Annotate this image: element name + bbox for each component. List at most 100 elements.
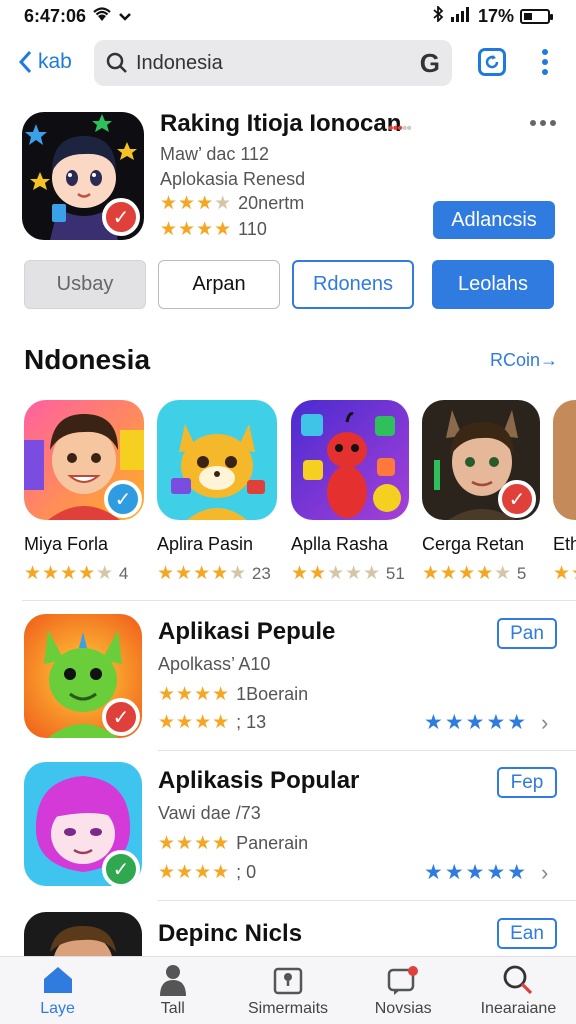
blue-star-rating-icon: ★★★★★ <box>424 711 529 734</box>
carousel-app-rating: ★★ <box>553 562 576 585</box>
featured-subtitle-2: Aplokasia Renesd <box>160 169 306 189</box>
more-vertical-icon <box>542 49 548 75</box>
home-icon <box>41 964 75 996</box>
carousel-app-rating: ★★★★★ 5 <box>422 562 526 585</box>
star-rating-icon: ★★ <box>553 563 576 584</box>
tab-label: Simermaits <box>248 999 329 1017</box>
list-item-action-button[interactable]: Pan <box>497 618 557 649</box>
app-icon <box>157 400 277 520</box>
featured-rating-1-text: 20nertm <box>238 193 305 213</box>
verified-badge: ✓ <box>102 850 140 886</box>
list-item-subtitle: Vawi dae /73 <box>158 803 261 823</box>
pill-rdonens[interactable]: Rdonens <box>292 260 414 309</box>
featured-title: Raking Itioja Ionocan <box>160 110 402 137</box>
carousel-app-rating: ★★★★★ 51 <box>291 562 405 585</box>
verified-badge: ✓ <box>104 480 142 518</box>
google-icon[interactable]: G <box>420 48 440 79</box>
see-all-link[interactable]: RCoin→ <box>490 350 558 371</box>
featured-indicator: ••••• <box>388 120 412 137</box>
rating-text: ; 0 <box>236 862 257 882</box>
status-bar: 6:47:06 17% <box>0 0 576 32</box>
status-time: 6:47:06 <box>24 5 87 26</box>
tab-label: Laye <box>40 999 75 1017</box>
carousel-app-name: Eth <box>553 534 576 554</box>
list-item-title: Aplikasi Pepule <box>158 618 336 645</box>
featured-verified-badge: ✓ <box>102 198 140 236</box>
featured-rating-1: ★★★★ 20nertm <box>160 192 304 215</box>
bluetooth-icon <box>432 4 444 27</box>
back-button[interactable]: kab <box>18 50 72 74</box>
rating-value: 51 <box>385 564 405 583</box>
list-item-title: Depinc Nicls <box>158 920 303 947</box>
carousel-app-name: Aplira Pasin <box>157 534 254 554</box>
verified-badge: ✓ <box>102 698 140 736</box>
star-rating-icon: ★★★★ <box>160 193 233 214</box>
tab-label: Novsias <box>374 999 432 1017</box>
star-rating-icon: ★★★★ <box>158 712 231 733</box>
refresh-icon <box>478 48 506 76</box>
list-item-rating-2: ★★★★; 13 <box>158 711 266 734</box>
star-rating-icon: ★★★★ <box>158 833 231 854</box>
search-icon <box>106 52 127 73</box>
list-item-rating-1: ★★★★ Panerain <box>158 832 308 855</box>
app-icon: ✓ <box>24 400 144 520</box>
star-rating-icon: ★★★★ <box>160 219 233 240</box>
rating-value: 4 <box>118 564 129 583</box>
pill-arpan[interactable]: Arpan <box>158 260 280 309</box>
app-icon: ✓ <box>24 762 142 886</box>
carousel-app-name: Cerga Retan <box>422 534 525 554</box>
app-icon: ✓ <box>24 614 142 738</box>
verified-badge: ✓ <box>498 480 536 518</box>
featured-app-icon[interactable]: ✓ <box>22 112 144 240</box>
divider <box>158 900 576 901</box>
wifi-icon <box>92 6 112 27</box>
back-label: kab <box>38 50 72 73</box>
list-item-action-button[interactable]: Fep <box>497 767 557 798</box>
carousel-app-rating: ★★★★★ 23 <box>157 562 271 585</box>
carousel-app-rating: ★★★★★ 4 <box>24 562 128 585</box>
map-icon <box>272 964 304 996</box>
star-rating-icon: ★★★★ <box>158 862 231 883</box>
signal-icon <box>450 6 472 27</box>
rating-value: 5 <box>516 564 527 583</box>
rating-text: ; 13 <box>236 712 267 732</box>
tab-search[interactable]: Inearaiane <box>461 957 576 1024</box>
carousel-card[interactable]: Eth ★★ <box>553 400 576 600</box>
chevron-right-icon[interactable]: › <box>541 710 548 736</box>
chevron-left-icon <box>18 50 32 74</box>
tab-notifications[interactable]: Novsias <box>346 957 461 1024</box>
tab-bar: Laye Tall Simermaits Novsias Inearaiane <box>0 956 576 1024</box>
battery-percent: 17% <box>477 5 514 26</box>
search-input[interactable]: Indonesia G <box>94 40 452 86</box>
rating-text: Panerain <box>236 833 309 853</box>
chevron-right-icon[interactable]: › <box>541 860 548 886</box>
star-rating-icon: ★★★★★ <box>24 563 115 584</box>
star-rating-icon: ★★★★★ <box>157 563 248 584</box>
featured-action-button[interactable]: Adlancsis <box>433 201 555 239</box>
rating-value: 23 <box>251 564 271 583</box>
search-value: Indonesia <box>136 51 223 74</box>
carousel-app-name: Miya Forla <box>24 534 109 554</box>
person-icon <box>158 964 188 996</box>
tab-home[interactable]: Laye <box>0 957 115 1024</box>
featured-more-button[interactable] <box>530 120 556 126</box>
tab-map[interactable]: Simermaits <box>230 957 345 1024</box>
list-item-subtitle: Apolkass’ A10 <box>158 654 271 674</box>
blue-star-rating-icon: ★★★★★ <box>424 861 529 884</box>
top-bar: kab Indonesia G <box>0 38 576 90</box>
tab-label: Inearaiane <box>480 999 557 1017</box>
tab-person[interactable]: Tall <box>115 957 230 1024</box>
divider <box>22 600 576 601</box>
refresh-button[interactable] <box>474 44 510 80</box>
pill-leolahs[interactable]: Leolahs <box>432 260 554 309</box>
section-title: Ndonesia <box>24 344 151 375</box>
list-item-action-button[interactable]: Ean <box>497 918 557 949</box>
featured-subtitle-1: Maw’ dac 112 <box>160 144 270 164</box>
more-options-button[interactable] <box>527 44 563 80</box>
pill-usbay[interactable]: Usbay <box>24 260 146 309</box>
list-item-rating-1: ★★★★ 1Boerain <box>158 683 308 706</box>
list-item-rating-2: ★★★★; 0 <box>158 861 256 884</box>
divider <box>158 750 576 751</box>
notification-icon <box>386 964 420 996</box>
chevron-down-icon <box>118 6 132 27</box>
